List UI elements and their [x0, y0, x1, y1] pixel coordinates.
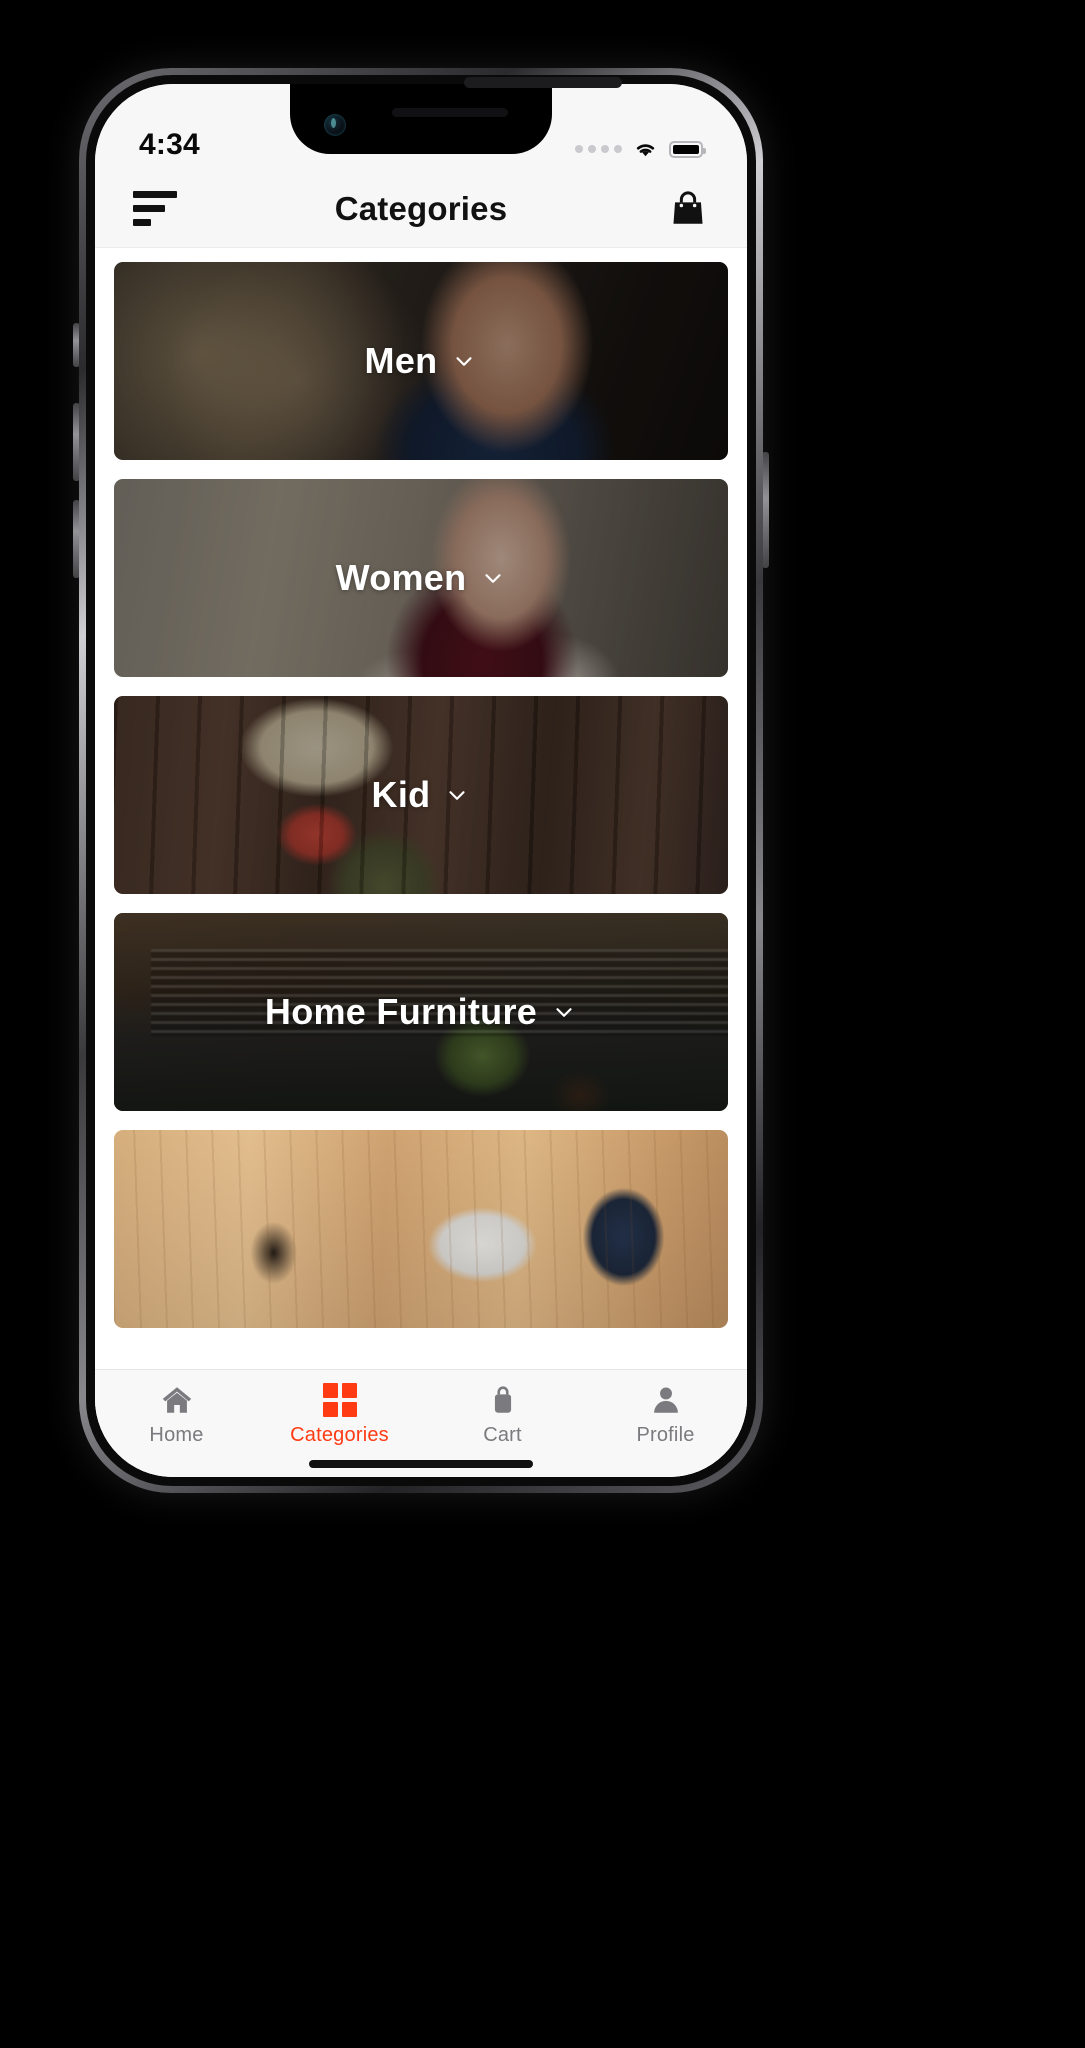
battery-full-icon [669, 140, 706, 158]
category-card-accessories[interactable] [114, 1130, 728, 1328]
chevron-down-icon [449, 791, 466, 800]
category-label-men: Men [364, 340, 438, 381]
front-camera-icon [324, 114, 346, 136]
phone-frame: 4:34 Categories Men Women Kid Home Furni… [79, 68, 763, 1493]
home-indicator[interactable] [309, 1460, 533, 1468]
device-top-speaker [463, 77, 622, 88]
category-card-women[interactable]: Women [114, 479, 728, 677]
nav-label-cart: Cart [483, 1424, 522, 1446]
content-area: Men Women Kid Home Furniture [95, 248, 747, 1477]
status-bar-time: 4:34 [139, 128, 200, 161]
category-card-home-furniture[interactable]: Home Furniture [114, 913, 728, 1111]
wifi-icon [636, 144, 655, 157]
app-bar: Categories [95, 170, 747, 248]
nav-item-cart[interactable]: Cart [421, 1383, 584, 1447]
grid-icon [322, 1383, 357, 1417]
page-title: Categories [334, 189, 508, 227]
categories-scroll-list[interactable]: Men Women Kid Home Furniture [95, 248, 747, 1477]
status-bar-indicators [575, 140, 706, 164]
nav-label-profile: Profile [636, 1424, 695, 1446]
power-button[interactable] [762, 452, 769, 568]
nav-label-categories: Categories [290, 1424, 389, 1446]
phone-bezel: 4:34 Categories Men Women Kid Home Furni… [86, 75, 756, 1486]
chevron-down-icon [456, 357, 473, 366]
shopping-bag-icon[interactable] [667, 188, 709, 230]
phone-screen: 4:34 Categories Men Women Kid Home Furni… [95, 84, 747, 1477]
nav-item-profile[interactable]: Profile [584, 1383, 747, 1447]
chevron-down-icon [556, 1008, 572, 1017]
category-label-home-furniture: Home Furniture [264, 991, 538, 1032]
notch [290, 84, 552, 154]
shopping-bag-icon [494, 1386, 511, 1413]
hamburger-menu-icon[interactable] [133, 191, 177, 226]
screenshot-stage: 4:34 Categories Men Women Kid Home Furni… [0, 0, 1085, 2048]
category-label-women: Women [335, 557, 467, 598]
home-icon [162, 1387, 191, 1413]
category-card-kid[interactable]: Kid [114, 696, 728, 894]
nav-item-home[interactable]: Home [95, 1383, 258, 1447]
nav-item-categories[interactable]: Categories [258, 1383, 421, 1447]
category-label-kid: Kid [371, 774, 431, 815]
person-icon [653, 1387, 678, 1413]
signal-dots-icon [575, 145, 622, 153]
earpiece-speaker [392, 108, 508, 117]
category-card-men[interactable]: Men [114, 262, 728, 460]
nav-label-home: Home [149, 1424, 204, 1446]
chevron-down-icon [485, 574, 502, 583]
